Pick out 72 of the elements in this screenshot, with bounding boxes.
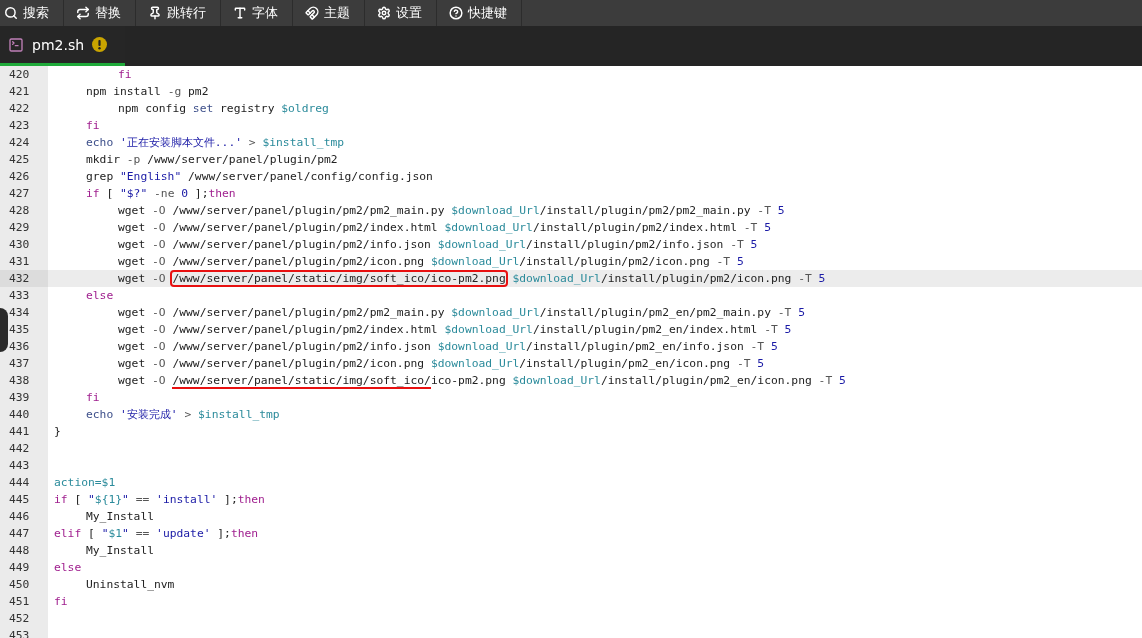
code-line: wget -O /www/server/panel/plugin/pm2/info.json $download_Url/install/plugin/pm2/info.json -T 5 bbox=[117, 237, 758, 253]
code-line: } bbox=[53, 424, 61, 440]
line-number: 429 bbox=[0, 219, 48, 236]
code-line: fi bbox=[117, 67, 132, 83]
code-line: action=$1 bbox=[53, 475, 116, 491]
line-number: 420 bbox=[0, 66, 48, 83]
code-line: wget -O /www/server/panel/plugin/pm2/icon.png $download_Url/install/plugin/pm2_en/icon.png -T 5 bbox=[117, 356, 765, 372]
code-line: wget -O /www/server/panel/plugin/pm2/pm2_main.py $download_Url/install/plugin/pm2_en/pm2_main.py -T 5 bbox=[117, 305, 805, 321]
line-number: 428 bbox=[0, 202, 48, 219]
code-line: npm config set registry $oldreg bbox=[117, 101, 329, 117]
code-line: if [ "${1}" == 'install' ];then bbox=[53, 492, 265, 508]
line-number: 431 bbox=[0, 253, 48, 270]
line-number: 438 bbox=[0, 372, 48, 389]
line-number: 437 bbox=[0, 355, 48, 372]
code-line: wget -O /www/server/panel/static/img/soft_ico/ico-pm2.png $download_Url/install/plugin/pm2_en/icon.png -T 5 bbox=[117, 373, 846, 389]
code-line: wget -O /www/server/panel/plugin/pm2/icon.png $download_Url/install/plugin/pm2/icon.png -T 5 bbox=[117, 254, 744, 270]
line-number: 422 bbox=[0, 100, 48, 117]
code-line: wget -O /www/server/panel/plugin/pm2/info.json $download_Url/install/plugin/pm2_en/info.json -T 5 bbox=[117, 339, 778, 355]
code-line: wget -O /www/server/panel/plugin/pm2/pm2_main.py $download_Url/install/plugin/pm2/pm2_main.py -T 5 bbox=[117, 203, 785, 219]
code-line: if [ "$?" -ne 0 ];then bbox=[85, 186, 236, 202]
line-number: 446 bbox=[0, 508, 48, 525]
code-line: elif [ "$1" == 'update' ];then bbox=[53, 526, 259, 542]
code-line: echo '安装完成' > $install_tmp bbox=[85, 407, 280, 423]
code-line: wget -O /www/server/panel/plugin/pm2/index.html $download_Url/install/plugin/pm2_en/index.html -T 5 bbox=[117, 322, 792, 338]
side-handle[interactable] bbox=[0, 308, 8, 352]
code-line: echo '正在安装脚本文件...' > $install_tmp bbox=[85, 135, 345, 151]
pin-icon bbox=[148, 6, 162, 20]
settings-icon bbox=[377, 6, 391, 20]
line-number: 421 bbox=[0, 83, 48, 100]
line-number: 425 bbox=[0, 151, 48, 168]
line-number: 441 bbox=[0, 423, 48, 440]
line-number: 447 bbox=[0, 525, 48, 542]
line-number: 439 bbox=[0, 389, 48, 406]
line-number: 451 bbox=[0, 593, 48, 610]
code-line: mkdir -p /www/server/panel/plugin/pm2 bbox=[85, 152, 338, 168]
line-number: 440 bbox=[0, 406, 48, 423]
line-number: 427 bbox=[0, 185, 48, 202]
terminal-icon bbox=[8, 36, 24, 53]
line-number: 448 bbox=[0, 542, 48, 559]
help-icon bbox=[449, 6, 463, 20]
code-line: else bbox=[85, 288, 114, 304]
underline-mark: /www/server/panel/static/img/soft_ico/ bbox=[172, 374, 431, 389]
code-line: grep "English" /www/server/panel/config/config.json bbox=[85, 169, 433, 185]
line-number: 444 bbox=[0, 474, 48, 491]
search-icon bbox=[4, 6, 18, 20]
code-line: fi bbox=[85, 390, 100, 406]
repeat-icon bbox=[76, 6, 90, 20]
line-number: 442 bbox=[0, 440, 48, 457]
line-number: 432 bbox=[0, 270, 48, 287]
line-number: 443 bbox=[0, 457, 48, 474]
highlight-box: /www/server/panel/static/img/soft_ico/ico-pm2.png bbox=[172, 272, 506, 285]
code-line: fi bbox=[53, 594, 68, 610]
code-line: My_Install bbox=[85, 509, 154, 525]
line-number: 424 bbox=[0, 134, 48, 151]
line-number: 423 bbox=[0, 117, 48, 134]
line-number: 430 bbox=[0, 236, 48, 253]
tab-label: pm2.sh bbox=[32, 36, 85, 53]
letter-t-icon bbox=[233, 6, 247, 20]
code-line: else bbox=[53, 560, 82, 576]
magnet-icon bbox=[305, 6, 319, 20]
code-line: My_Install bbox=[85, 543, 154, 559]
line-number: 445 bbox=[0, 491, 48, 508]
code-line: wget -O /www/server/panel/plugin/pm2/index.html $download_Url/install/plugin/pm2/index.html -T 5 bbox=[117, 220, 771, 236]
code-line: Uninstall_nvm bbox=[85, 577, 175, 593]
code-line: wget -O /www/server/panel/static/img/soft_ico/ico-pm2.png $download_Url/install/plugin/pm2/icon.png -T 5 bbox=[117, 271, 826, 287]
line-number: 426 bbox=[0, 168, 48, 185]
code-line: npm install -g pm2 bbox=[85, 84, 209, 100]
code-line: fi bbox=[85, 118, 100, 134]
line-number: 449 bbox=[0, 559, 48, 576]
line-number: 433 bbox=[0, 287, 48, 304]
line-number: 450 bbox=[0, 576, 48, 593]
line-number: 452 bbox=[0, 610, 48, 627]
